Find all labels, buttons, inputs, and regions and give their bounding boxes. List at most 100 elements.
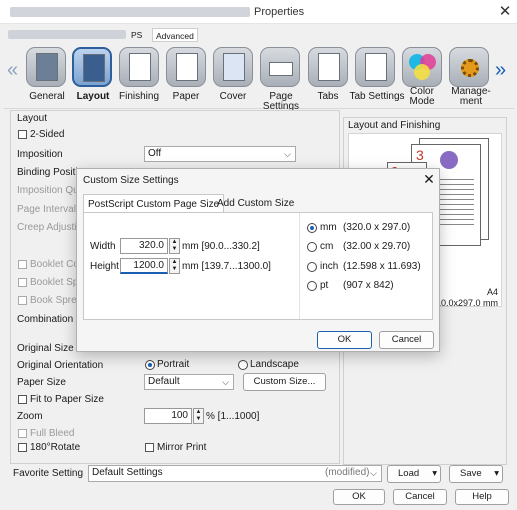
favorite-setting-select[interactable]: Default Settings (modified) ⌵ [88, 465, 382, 482]
unit-inch-value: (12.598 x 11.693) [343, 261, 421, 272]
flower-icon [440, 151, 458, 169]
icon-label-tab-settings: Tab Settings [349, 91, 405, 102]
unit-cm-radio[interactable] [307, 242, 317, 252]
height-range-label: mm [139.7...1300.0] [182, 261, 271, 272]
width-range-label: mm [90.0...330.2] [182, 241, 260, 252]
portrait-radio[interactable] [145, 360, 155, 370]
dialog-tab-strip: PostScript Custom Page Size Add Custom S… [83, 194, 433, 213]
icon-label-layout: Layout [76, 91, 110, 102]
icon-label-tabs: Tabs [317, 91, 339, 102]
zoom-input[interactable]: 100 [144, 408, 192, 424]
paper-size-label: Paper Size [17, 377, 66, 388]
chevron-down-icon: ⌵ [222, 377, 229, 387]
imposition-select[interactable]: Off ⌵ [144, 146, 296, 162]
title-blurred-text [10, 7, 250, 17]
load-button[interactable]: Load ▾ [387, 465, 441, 483]
full-bleed-label: Full Bleed [30, 428, 75, 439]
unit-inch-radio[interactable] [307, 262, 317, 272]
unit-pt-radio[interactable] [307, 281, 317, 291]
width-input[interactable]: 320.0 [120, 238, 168, 254]
booklet-split-checkbox[interactable] [18, 278, 27, 287]
height-input[interactable]: 1200.0 [120, 258, 168, 274]
dialog-title: Custom Size Settings [83, 175, 179, 186]
gear-icon [461, 59, 479, 77]
dialog-cancel-button[interactable]: Cancel [379, 331, 434, 349]
fit-to-paper-checkbox[interactable] [18, 395, 27, 404]
save-button[interactable]: Save ▾ [449, 465, 503, 483]
custom-size-button[interactable]: Custom Size... [243, 373, 326, 391]
management-icon[interactable] [449, 47, 489, 87]
help-button[interactable]: Help [455, 489, 509, 505]
two-sided-label: 2-Sided [30, 129, 65, 140]
unit-mm-value: (320.0 x 297.0) [343, 222, 411, 233]
chevron-down-icon: ⌵ [284, 149, 291, 159]
tab-settings-icon[interactable] [355, 47, 395, 87]
page-interval-label: Page Interval [17, 204, 76, 215]
scroll-right-icon[interactable]: » [495, 60, 506, 80]
ok-button[interactable]: OK [333, 489, 385, 505]
color-mode-icon[interactable] [402, 47, 442, 87]
booklet-cover-checkbox[interactable] [18, 260, 27, 269]
layout-section-title: Layout [17, 113, 48, 124]
unit-cm-label: cm [320, 241, 334, 252]
landscape-label: Landscape [250, 359, 299, 370]
book-spread-checkbox[interactable] [18, 296, 27, 305]
paper-size-value: Default [148, 376, 180, 387]
unit-pt-label: pt [320, 280, 329, 291]
unit-mm-radio[interactable] [307, 223, 317, 233]
finishing-icon[interactable] [119, 47, 159, 87]
booklet-cover-label: Booklet Co [30, 259, 79, 270]
paper-name-label: A4 [487, 287, 499, 297]
icon-label-general: General [29, 91, 65, 102]
original-orientation-label: Original Orientation [17, 360, 104, 371]
yellow-circle [414, 64, 430, 80]
dialog-divider [299, 213, 300, 319]
page-settings-icon[interactable] [260, 47, 300, 87]
two-sided-checkbox[interactable] [18, 130, 27, 139]
dialog-close-icon[interactable]: ✕ [421, 171, 437, 187]
width-spinner[interactable]: ▲ ▼ [169, 238, 180, 254]
height-spinner[interactable]: ▲ ▼ [169, 258, 180, 274]
rotate-180-label: 180°Rotate [30, 442, 81, 453]
paper-size-select[interactable]: Default ⌵ [144, 374, 234, 390]
chevron-down-icon: ⌵ [370, 468, 377, 478]
mirror-print-checkbox[interactable] [145, 443, 154, 452]
favorite-modified-text: (modified) [325, 467, 370, 478]
tabs-icon[interactable] [308, 47, 348, 87]
save-button-label: Save [460, 468, 482, 479]
zoom-range-label: % [1...1000] [206, 411, 260, 422]
width-label: Width [90, 241, 116, 252]
window-title: Properties [254, 6, 305, 18]
full-bleed-checkbox[interactable] [18, 429, 27, 438]
unit-pt-value: (907 x 842) [343, 280, 394, 291]
fit-to-paper-label: Fit to Paper Size [30, 394, 104, 405]
tab-advanced[interactable]: Advanced [152, 28, 198, 42]
imposition-value: Off [148, 148, 162, 159]
cancel-button[interactable]: Cancel [393, 489, 447, 505]
height-label: Height [90, 261, 119, 272]
scroll-left-icon[interactable]: « [7, 60, 18, 80]
load-button-label: Load [398, 468, 420, 479]
custom-size-dialog: Custom Size Settings ✕ PostScript Custom… [76, 168, 440, 352]
zoom-spinner[interactable]: ▲ ▼ [193, 408, 204, 424]
unit-mm-label: mm [320, 222, 337, 233]
unit-inch-label: inch [320, 261, 339, 272]
paper-icon[interactable] [166, 47, 206, 87]
title-bar: Properties ✕ [0, 0, 517, 24]
rotate-180-checkbox[interactable] [18, 443, 27, 452]
tab-postscript-custom-page-size[interactable]: PostScript Custom Page Size [83, 194, 225, 213]
cover-icon[interactable] [213, 47, 253, 87]
load-dropdown-icon: ▾ [432, 468, 437, 479]
general-icon[interactable] [26, 47, 66, 87]
preview-page-number-3: 3 [416, 147, 424, 163]
creep-adjust-label: Creep Adjusti [17, 222, 77, 233]
layout-icon[interactable] [72, 47, 112, 87]
tab-add-custom-size[interactable]: Add Custom Size [213, 194, 298, 213]
imposition-quantity-label: Imposition Qu [17, 185, 79, 196]
tab-ps[interactable]: PS [131, 28, 142, 42]
booklet-split-label: Booklet Spl [30, 277, 81, 288]
icon-label-paper: Paper [172, 91, 200, 102]
window-close-button[interactable]: ✕ [496, 3, 514, 21]
dialog-ok-button[interactable]: OK [317, 331, 372, 349]
landscape-radio[interactable] [238, 360, 248, 370]
